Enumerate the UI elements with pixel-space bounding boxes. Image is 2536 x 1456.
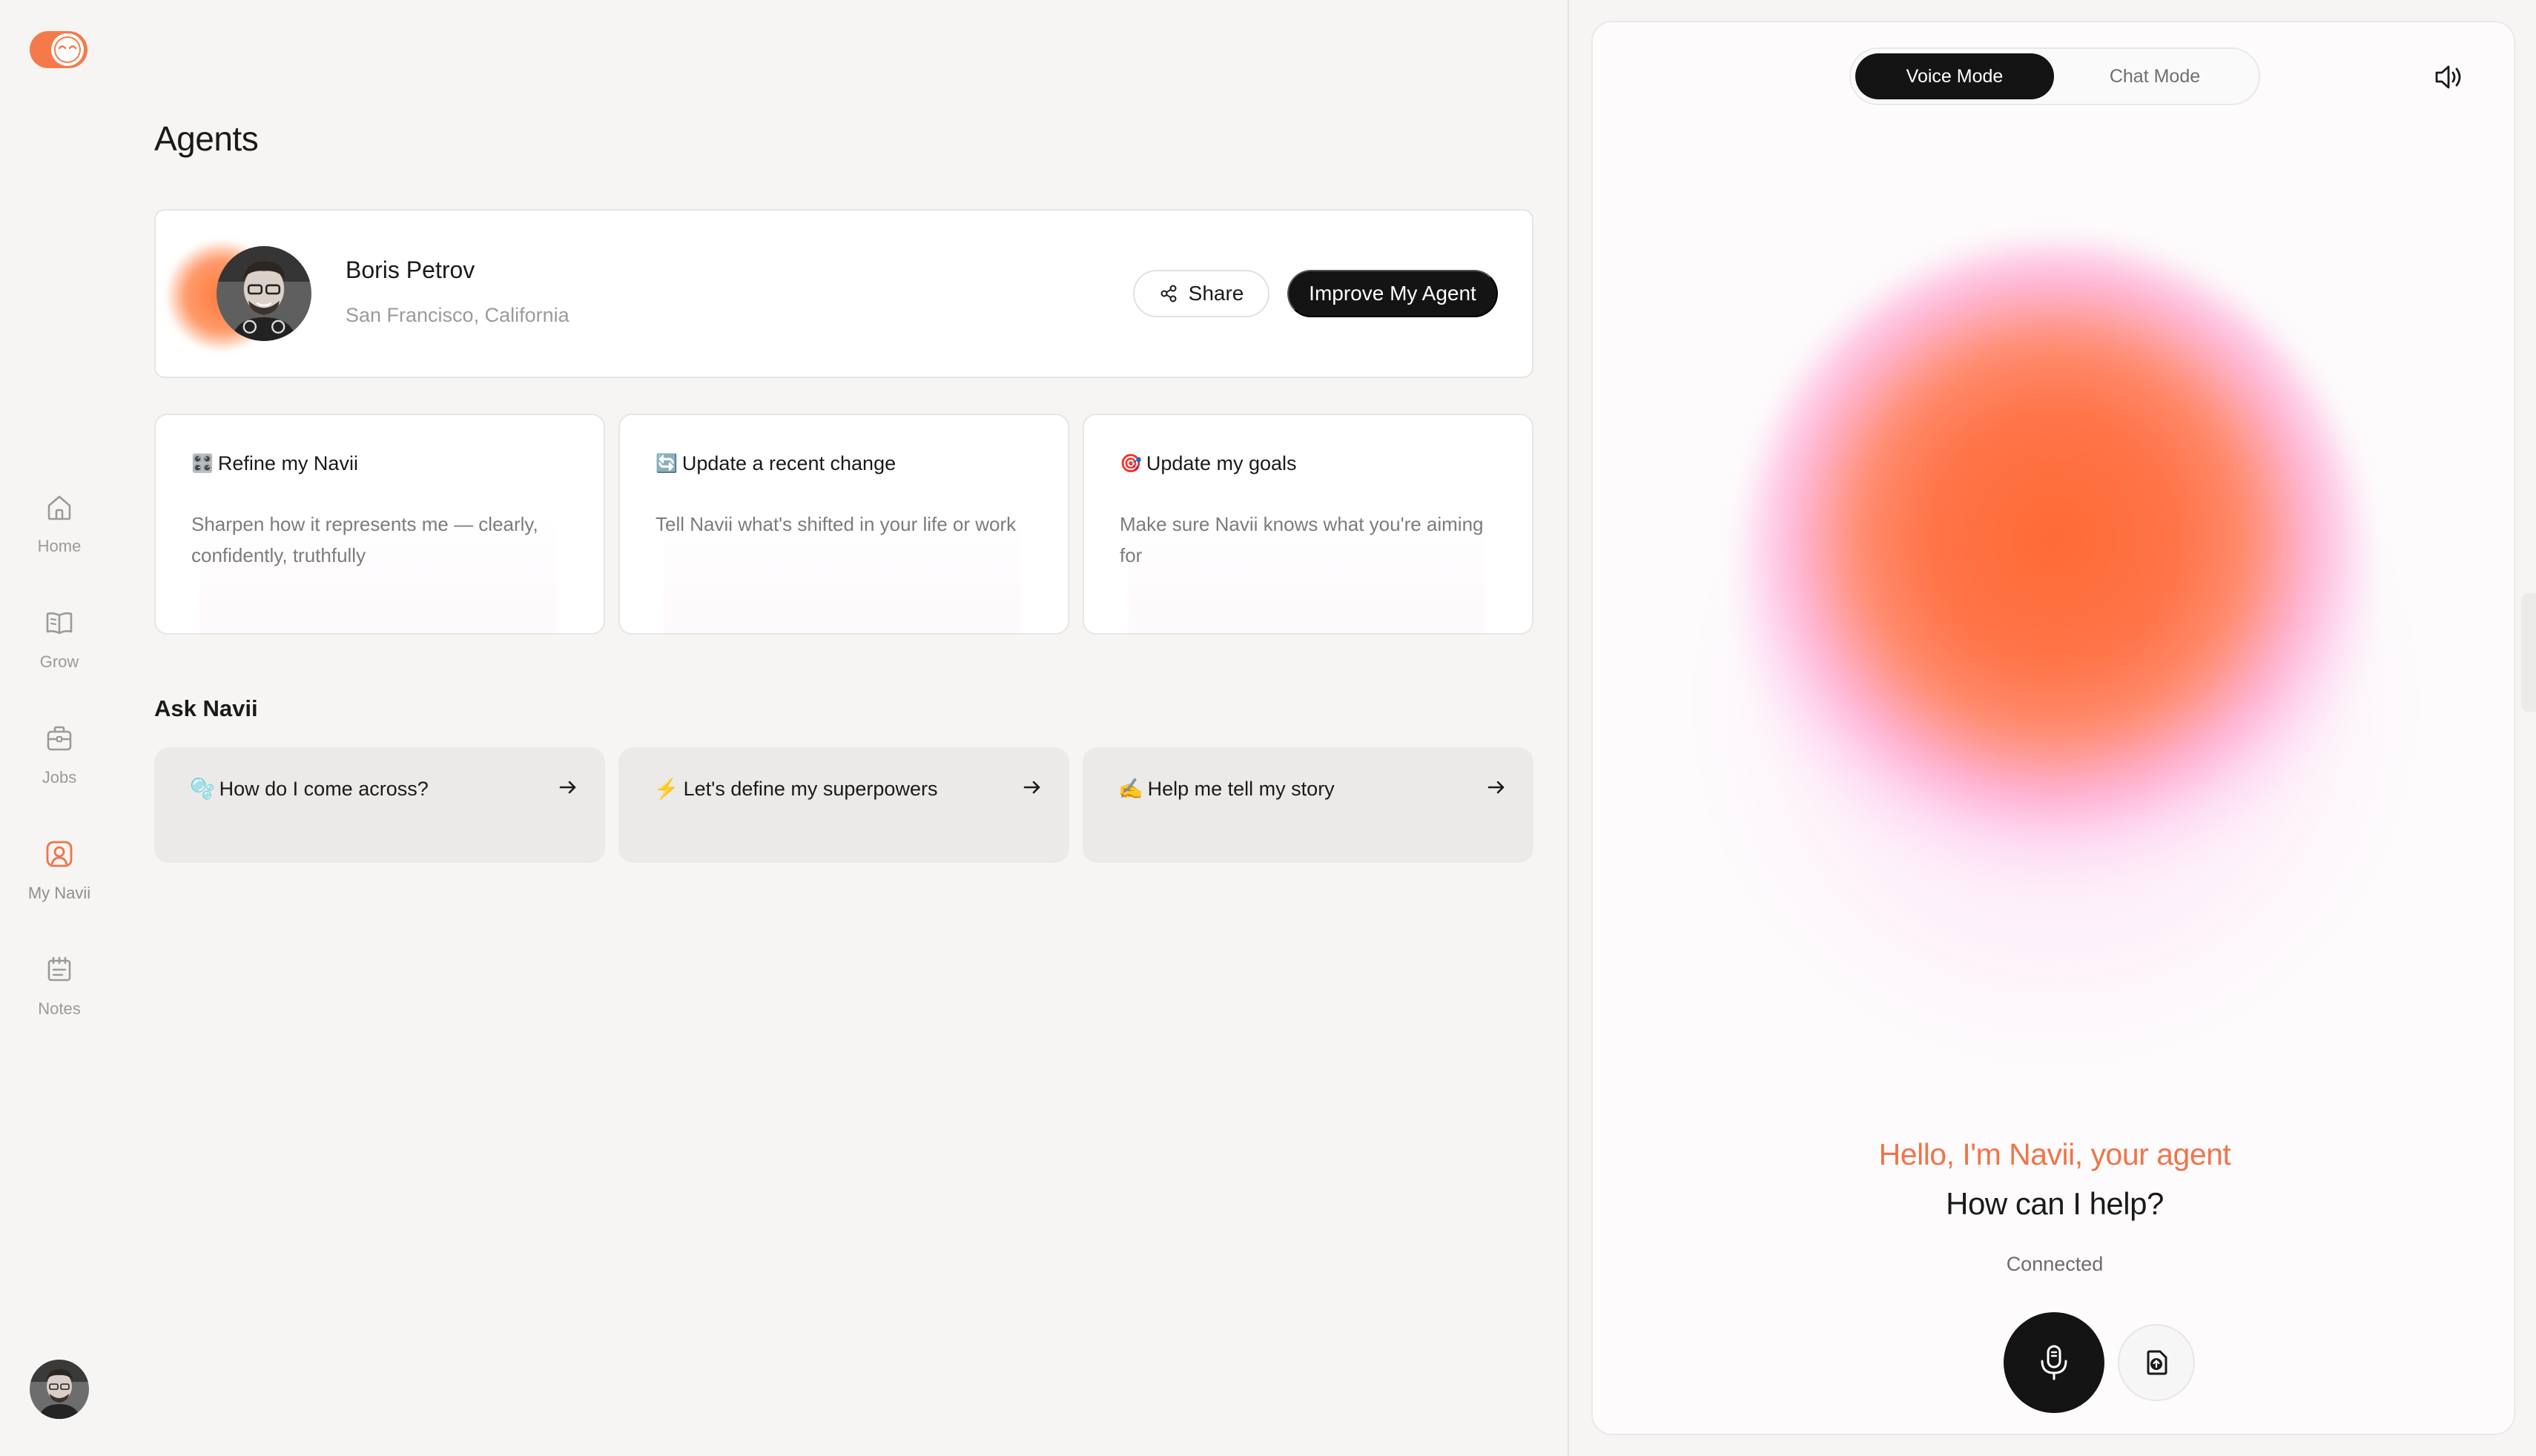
action-card-title-text: Update a recent change <box>681 452 896 474</box>
briefcase-icon <box>47 726 72 751</box>
prompt-label-text: How do I come across? <box>219 777 429 800</box>
action-card-refine[interactable]: 🎛️ Refine my Navii Sharpen how it repres… <box>154 414 605 635</box>
refresh-icon: 🔄 <box>656 454 678 474</box>
sidebar-item-label: Jobs <box>42 768 77 787</box>
panel-resize-handle[interactable] <box>2521 593 2536 712</box>
home-icon <box>47 495 71 520</box>
share-icon <box>1160 285 1177 302</box>
upload-file-icon <box>2147 1350 2167 1375</box>
sidebar: Home Grow Jobs My Navii Notes <box>0 0 119 1456</box>
prompt-label: ✍️ Help me tell my story <box>1118 777 1335 801</box>
share-button-label: Share <box>1188 282 1244 305</box>
action-cards: 🎛️ Refine my Navii Sharpen how it repres… <box>154 414 1533 636</box>
prompt-cards: 🫧 How do I come across? ⚡ Let's define m… <box>154 747 1533 864</box>
action-card-title: 🎯 Update my goals <box>1120 452 1297 475</box>
action-card-title: 🎛️ Refine my Navii <box>191 452 358 475</box>
improve-agent-button[interactable]: Improve My Agent <box>1287 270 1498 317</box>
lightning-icon: ⚡ <box>654 778 679 800</box>
bubble-icon: 🫧 <box>190 778 215 800</box>
connection-status: Connected <box>2006 1253 2104 1275</box>
action-card-update-change[interactable]: 🔄 Update a recent change Tell Navii what… <box>618 414 1069 635</box>
chat-mode-tab[interactable]: Chat Mode <box>2055 53 2254 99</box>
ask-navii-heading: Ask Navii <box>154 695 258 721</box>
sidebar-item-label: Home <box>37 537 82 555</box>
microphone-button[interactable] <box>2004 1312 2104 1413</box>
agent-question: How can I help? <box>1946 1186 2164 1221</box>
agent-avatar <box>217 246 311 341</box>
agent-profile-card: Boris Petrov San Francisco, California S… <box>154 209 1533 378</box>
user-avatar[interactable] <box>30 1360 89 1419</box>
agent-location: San Francisco, California <box>346 304 569 326</box>
book-icon <box>46 612 73 635</box>
avatar-photo-icon <box>30 1360 89 1419</box>
prompt-label-text: Help me tell my story <box>1147 777 1335 800</box>
upload-button[interactable] <box>2118 1324 2195 1401</box>
action-card-description: Tell Navii what's shifted in your life o… <box>656 513 1017 535</box>
navii-logo[interactable] <box>28 28 90 71</box>
voice-panel: Voice Mode Chat Mode Hello, I'm Navii, y… <box>1591 21 2515 1435</box>
prompt-tell-story[interactable]: ✍️ Help me tell my story <box>1083 747 1533 863</box>
target-icon: 🎯 <box>1120 454 1142 474</box>
writing-hand-icon: ✍️ <box>1118 778 1143 800</box>
prompt-label-text: Let's define my superpowers <box>683 777 938 800</box>
sidebar-item-grow[interactable]: Grow <box>0 606 119 672</box>
microphone-icon <box>2041 1345 2067 1380</box>
prompt-label: ⚡ Let's define my superpowers <box>654 777 937 801</box>
prompt-superpowers[interactable]: ⚡ Let's define my superpowers <box>618 747 1069 863</box>
action-card-description: Make sure Navii knows what you're aiming… <box>1120 513 1484 566</box>
user-badge-icon <box>46 841 73 867</box>
sidebar-item-label: Notes <box>38 999 81 1018</box>
sidebar-item-my-navii[interactable]: My Navii <box>0 838 119 903</box>
sliders-icon: 🎛️ <box>191 454 214 474</box>
notes-icon <box>47 956 71 982</box>
agents-page: Agents Boris Petrov San Francisco, Calif… <box>154 0 1533 1456</box>
action-card-title: 🔄 Update a recent change <box>656 452 896 475</box>
action-card-update-goals[interactable]: 🎯 Update my goals Make sure Navii knows … <box>1083 414 1533 635</box>
sidebar-item-jobs[interactable]: Jobs <box>0 722 119 787</box>
action-card-title-text: Refine my Navii <box>217 452 358 474</box>
action-card-title-text: Update my goals <box>1146 452 1297 474</box>
voice-mode-tab[interactable]: Voice Mode <box>1855 53 2054 99</box>
arrow-right-icon <box>559 781 576 794</box>
sidebar-item-label: My Navii <box>27 884 91 902</box>
sidebar-item-notes[interactable]: Notes <box>0 953 119 1019</box>
sidebar-item-label: Grow <box>39 652 79 671</box>
arrow-right-icon <box>1023 781 1040 794</box>
agent-greeting: Hello, I'm Navii, your agent <box>1878 1137 2231 1171</box>
panel-divider <box>1568 0 1569 1456</box>
page-title: Agents <box>154 119 259 158</box>
share-button[interactable]: Share <box>1133 270 1269 317</box>
agent-name: Boris Petrov <box>346 257 475 283</box>
voice-orb <box>1743 245 2365 897</box>
speaker-icon[interactable] <box>2432 61 2465 93</box>
arrow-right-icon <box>1487 781 1505 794</box>
action-card-description: Sharpen how it represents me — clearly, … <box>191 513 538 566</box>
avatar-photo-icon <box>217 246 311 341</box>
mode-toggle: Voice Mode Chat Mode <box>1849 47 2260 105</box>
prompt-come-across[interactable]: 🫧 How do I come across? <box>154 747 605 863</box>
prompt-label: 🫧 How do I come across? <box>190 777 429 801</box>
sidebar-item-home[interactable]: Home <box>0 491 119 556</box>
